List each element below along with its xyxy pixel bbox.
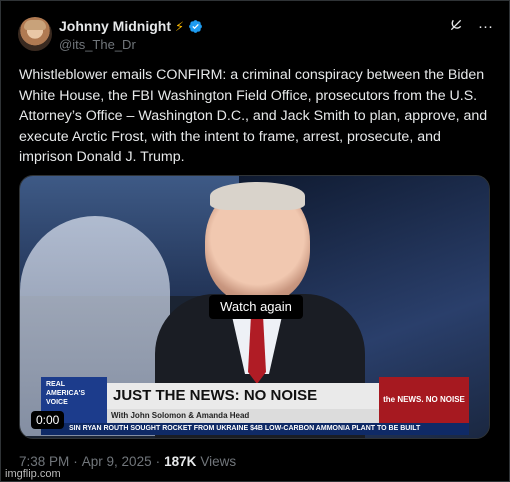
news-chyron: REAL AMERICA'S VOICE JUST THE NEWS: NO N…	[41, 377, 469, 435]
header-actions: ···	[448, 17, 493, 37]
more-icon[interactable]: ···	[478, 19, 493, 35]
video-timecode: 0:00	[31, 411, 65, 429]
chyron-brand: the NEWS. NO NOISE	[379, 377, 469, 423]
meta-separator: ·	[73, 454, 78, 469]
post-date[interactable]: Apr 9, 2025	[82, 454, 152, 469]
views-label: Views	[200, 454, 237, 469]
tweet-text: Whistleblower emails CONFIRM: a criminal…	[19, 67, 488, 165]
grok-icon[interactable]	[448, 17, 464, 37]
tweet-card: Johnny Midnight ⚡ @its_The_Dr ··· Whistl…	[0, 0, 510, 482]
author-row: Johnny Midnight ⚡	[59, 17, 203, 35]
meta-separator: ·	[155, 454, 161, 469]
views-count: 187K	[164, 454, 197, 469]
chyron-subline: With John Solomon & Amanda Head	[107, 409, 379, 423]
author-name[interactable]: Johnny Midnight	[59, 18, 171, 34]
news-ticker: SIN RYAN ROUTH SOUGHT ROCKET FROM UKRAIN…	[41, 423, 469, 435]
post-time[interactable]: 7:38 PM	[19, 454, 69, 469]
verified-badge-icon	[189, 19, 203, 33]
author-handle[interactable]: @its_The_Dr	[59, 37, 136, 52]
watermark: imgflip.com	[5, 468, 61, 480]
lightning-emoji: ⚡	[174, 18, 185, 34]
avatar[interactable]	[18, 17, 52, 51]
tweet-meta: 7:38 PM · Apr 9, 2025 · 187K Views	[19, 454, 236, 469]
chyron-headline: JUST THE NEWS: NO NOISE	[107, 383, 379, 409]
watch-again-button[interactable]: Watch again	[209, 295, 303, 319]
